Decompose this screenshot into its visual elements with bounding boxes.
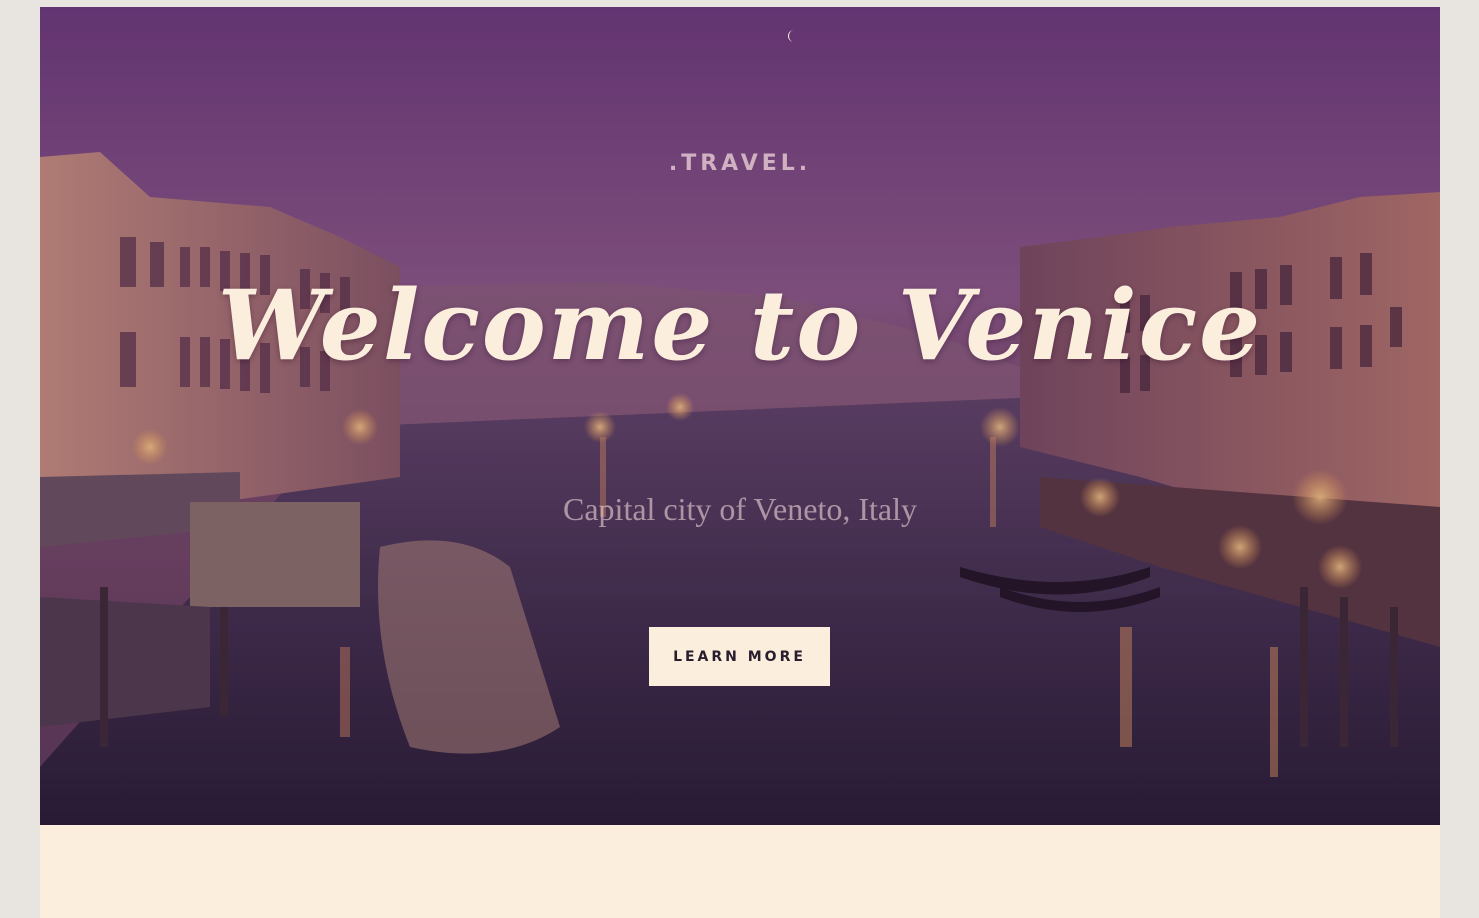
page: .TRAVEL. Welcome to Venice Capital city … [40,7,1440,918]
hero-tint-overlay [40,7,1440,825]
hero-eyebrow: .TRAVEL. [668,151,812,176]
hero-section: .TRAVEL. Welcome to Venice Capital city … [40,7,1440,825]
hero-headline: Welcome to Venice [217,269,1263,382]
crescent-moon-icon [788,30,794,42]
learn-more-button[interactable]: LEARN MORE [649,627,830,686]
hero-subtitle: Capital city of Veneto, Italy [563,491,917,527]
